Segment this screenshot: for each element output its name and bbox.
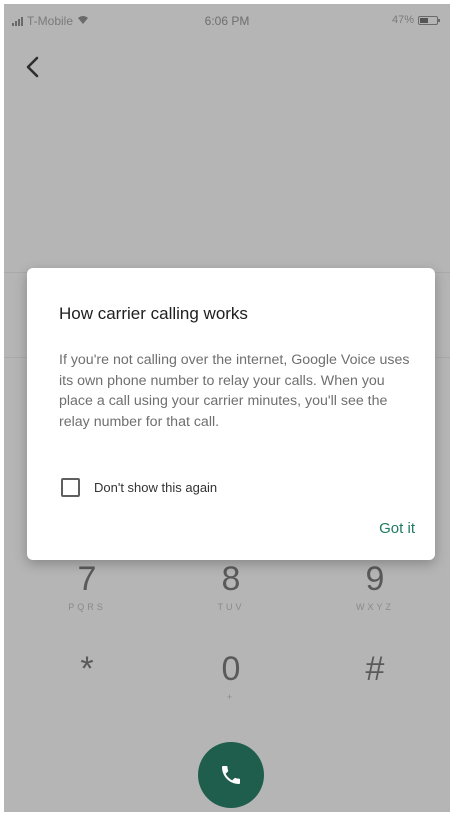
phone-icon [222, 766, 240, 784]
dialpad-key-9[interactable]: 9 WXYZ [330, 560, 420, 612]
key-letters: + [226, 692, 236, 702]
status-bar: T-Mobile 6:06 PM 47% [4, 4, 450, 34]
dialpad-key-8[interactable]: 8 TUV [186, 560, 276, 612]
carrier-calling-dialog: How carrier calling works If you're not … [27, 268, 435, 560]
key-letters: PQRS [68, 602, 106, 612]
back-button[interactable] [18, 52, 48, 82]
key-digit: # [365, 650, 385, 688]
dialpad-key-hash[interactable]: # [330, 650, 420, 692]
dialpad-key-7[interactable]: 7 PQRS [42, 560, 132, 612]
dialpad-key-star[interactable]: * [42, 650, 132, 692]
chevron-left-icon [26, 56, 39, 78]
key-letters: TUV [217, 602, 245, 612]
key-letters: WXYZ [356, 602, 394, 612]
key-digit: 0 [221, 650, 241, 688]
battery-percent: 47% [391, 14, 414, 26]
app-screen: T-Mobile 6:06 PM 47% 7 PQRS 8 TUV 9 WXYZ… [4, 4, 450, 812]
status-battery: 47% [391, 14, 440, 26]
key-digit: * [80, 650, 94, 688]
key-digit: 8 [221, 560, 241, 598]
dialpad-key-0[interactable]: 0 + [186, 650, 276, 702]
checkbox-label: Don't show this again [94, 480, 218, 495]
status-time: 6:06 PM [204, 14, 250, 28]
call-button[interactable] [198, 742, 264, 808]
key-digit: 7 [77, 560, 97, 598]
dont-show-again-checkbox[interactable] [61, 478, 80, 497]
got-it-button[interactable]: Got it [379, 520, 415, 537]
dont-show-again-row[interactable]: Don't show this again [61, 478, 217, 497]
dialog-title: How carrier calling works [59, 304, 248, 323]
battery-icon [418, 15, 440, 25]
dialog-body: If you're not calling over the internet,… [59, 352, 410, 430]
key-digit: 9 [365, 560, 385, 598]
